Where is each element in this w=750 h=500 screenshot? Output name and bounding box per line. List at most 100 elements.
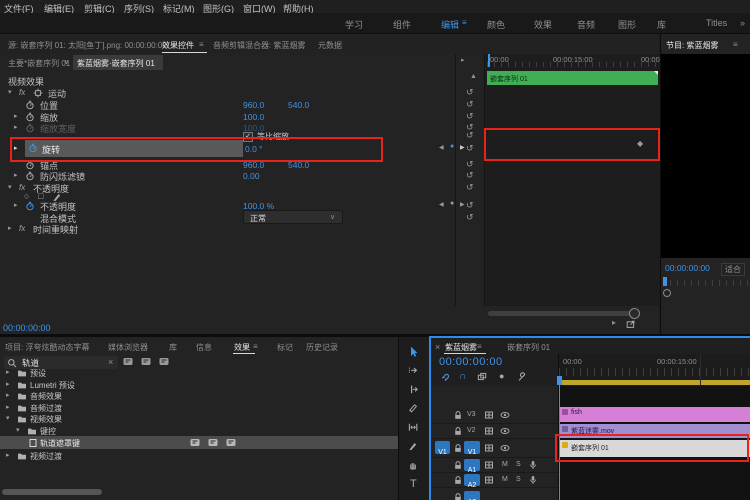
ripple-edit-tool-icon[interactable] (408, 384, 420, 395)
sync-lock-icon[interactable] (484, 475, 494, 485)
reset-icon[interactable]: ↺ (466, 170, 474, 181)
go-to-previous-keyframe-icon[interactable]: ◀ (439, 201, 444, 208)
tree-label[interactable]: 轨道遮罩键 (40, 438, 80, 449)
timeline-tab-nested-sequence[interactable]: 嵌套序列 01 (507, 342, 550, 353)
clip-nested-sequence-selected[interactable]: 嵌套序列 01 (560, 440, 750, 457)
tab-metadata[interactable]: 元数据 (318, 40, 342, 51)
ec-time-remap-label[interactable]: 时间重映射 (33, 223, 78, 236)
sync-lock-icon[interactable] (484, 460, 494, 470)
nest-sequence-icon[interactable] (477, 372, 488, 383)
program-playhead[interactable] (663, 277, 667, 286)
tab-audio-clip-mixer[interactable]: 音频剪辑混合器: 紫蓝烟雾 (213, 40, 305, 51)
fx-icon[interactable]: fx (19, 88, 25, 97)
workspace-tab-libraries[interactable]: 库 (657, 18, 666, 31)
tree-label[interactable]: Lumetri 预设 (30, 380, 75, 391)
tree-item-lumetri-presets[interactable]: ▸ Lumetri 预设 (0, 379, 398, 390)
timeline-clip-lane[interactable]: fish 紫蓝迷雾.mov 嵌套序列 01 (559, 386, 750, 500)
tree-item-audio-transitions[interactable]: ▸ 音频过渡 (0, 402, 398, 413)
twirl-closed-icon[interactable]: ▸ (6, 403, 10, 411)
source-patch-v1[interactable]: V1 (435, 441, 450, 454)
antiflicker-value[interactable]: 0.00 (243, 171, 260, 181)
timeline-settings-wrench-icon[interactable] (517, 372, 528, 383)
reset-icon[interactable]: ↺ (466, 200, 474, 211)
clip-fx-badge[interactable] (562, 426, 568, 432)
effect-controls-panel-menu-icon[interactable]: ≡ (199, 40, 204, 49)
ec-clip-bar[interactable]: 嵌套序列 01 (487, 71, 658, 85)
twirl-open-icon[interactable]: ▾ (16, 426, 20, 434)
linked-selection-icon[interactable]: ∩ (459, 371, 466, 382)
reset-icon[interactable]: ↺ (466, 99, 474, 110)
tab-info[interactable]: 信息 (196, 342, 212, 353)
add-remove-keyframe-icon[interactable]: ● (450, 200, 454, 207)
ec-clip-selector[interactable]: 紫蓝烟雾·嵌套序列 01 (73, 55, 163, 70)
track-target-v1[interactable]: V1 (464, 441, 480, 454)
program-panel-menu-icon[interactable]: ≡ (733, 40, 738, 49)
twirl-closed-icon[interactable]: ▸ (6, 391, 10, 399)
accelerated-effects-filter-icon[interactable] (123, 357, 133, 366)
ec-playhead[interactable] (488, 54, 490, 67)
workspace-overflow-icon[interactable]: » (740, 18, 745, 28)
workspace-tab-titles[interactable]: Titles (706, 18, 727, 28)
ec-playhead-timecode[interactable]: 00:00:00:00 (3, 323, 51, 333)
timeline-playhead-head[interactable] (557, 376, 562, 385)
solo-button[interactable]: S (516, 461, 521, 468)
lock-icon[interactable] (453, 492, 463, 500)
reset-icon[interactable]: ↺ (466, 87, 474, 98)
scale-value[interactable]: 100.0 (243, 112, 264, 122)
sync-lock-icon[interactable] (484, 443, 494, 453)
voiceover-mic-icon[interactable] (528, 475, 538, 485)
solo-button[interactable]: S (516, 476, 521, 483)
program-ruler[interactable] (663, 280, 749, 286)
track-target-a1[interactable]: A1 (464, 459, 480, 471)
twirl-closed-icon[interactable]: ▸ (14, 112, 18, 120)
workspace-tab-effects[interactable]: 效果 (534, 18, 552, 31)
twirl-closed-icon[interactable]: ▸ (8, 224, 12, 232)
track-name[interactable]: V2 (467, 427, 476, 434)
work-area-bar[interactable] (559, 380, 750, 385)
workspace-tab-audio[interactable]: 音频 (577, 18, 595, 31)
project-horizontal-scrollbar[interactable] (2, 489, 102, 495)
stopwatch-icon-active[interactable] (28, 143, 38, 153)
voiceover-mic-icon[interactable] (528, 460, 538, 470)
workspace-tab-learning[interactable]: 学习 (345, 18, 363, 31)
workspace-tab-color[interactable]: 颜色 (487, 18, 505, 31)
tree-label[interactable]: 音频效果 (30, 391, 62, 402)
stopwatch-icon[interactable] (25, 112, 35, 122)
32bit-effects-filter-icon[interactable] (141, 357, 151, 366)
program-timecode[interactable]: 00:00:00:00 (665, 263, 710, 273)
tree-label[interactable]: 视频效果 (30, 414, 62, 425)
program-video-area[interactable] (661, 54, 750, 258)
position-y-value[interactable]: 540.0 (288, 100, 309, 110)
tree-item-presets[interactable]: ▸ 预设 (0, 367, 398, 378)
tab-source-monitor[interactable]: 源: 嵌套序列 01: 太阳[鱼丁].png: 00:00:00:00 (8, 40, 167, 51)
twirl-open-icon[interactable]: ▾ (6, 414, 10, 422)
lock-icon[interactable] (453, 426, 463, 436)
track-target-a2[interactable]: A2 (464, 474, 480, 486)
slip-tool-icon[interactable] (408, 422, 420, 433)
workspace-tab-editing[interactable]: 编辑 (441, 18, 459, 31)
workspace-tab-graphics[interactable]: 图形 (618, 18, 636, 31)
timeline-playhead-line[interactable] (559, 385, 560, 500)
go-to-next-keyframe-icon[interactable]: ▶ (460, 144, 465, 151)
lock-icon[interactable] (453, 460, 463, 470)
mute-button[interactable]: M (502, 461, 508, 468)
twirl-open-icon[interactable]: ▾ (8, 183, 12, 191)
tab-media-browser[interactable]: 媒体浏览器 (108, 342, 148, 353)
tree-item-audio-effects[interactable]: ▸ 音频效果 (0, 390, 398, 401)
track-select-forward-tool-icon[interactable] (408, 365, 420, 376)
twirl-open-icon[interactable]: ▾ (8, 88, 12, 96)
sync-lock-icon[interactable] (484, 410, 494, 420)
twirl-closed-icon[interactable]: ▸ (6, 380, 10, 388)
program-zoom-knob[interactable] (663, 289, 671, 297)
stopwatch-icon[interactable] (25, 160, 35, 170)
stopwatch-icon[interactable] (25, 171, 35, 181)
stopwatch-icon[interactable] (25, 100, 35, 110)
ec-rotation-label[interactable]: 旋转 (42, 143, 60, 156)
tree-label[interactable]: 视频过渡 (30, 451, 62, 462)
clip-fx-badge-modified[interactable] (562, 442, 568, 448)
rotation-value[interactable]: 0.0 ° (245, 144, 263, 154)
tree-item-keying[interactable]: ▾ 键控 (0, 425, 398, 436)
tab-project[interactable]: 项目: 浮夸炫酷动态字幕 (5, 342, 89, 353)
anchor-y-value[interactable]: 540.0 (288, 160, 309, 170)
razor-tool-icon[interactable] (408, 403, 420, 414)
